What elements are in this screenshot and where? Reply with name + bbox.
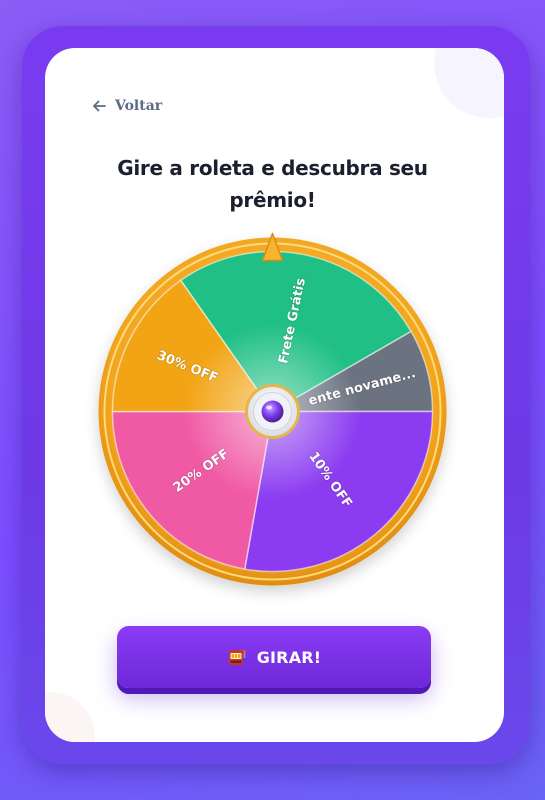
- gem-shine: [266, 405, 272, 410]
- back-label: Voltar: [115, 98, 163, 114]
- page-title: Gire a roleta e descubra seu prêmio!: [117, 156, 428, 212]
- purple-gem-icon: [261, 400, 284, 423]
- decorative-blob: [434, 48, 504, 118]
- arrow-left-icon: [93, 100, 106, 112]
- back-link[interactable]: Voltar: [91, 98, 162, 114]
- wheel-graphic: Frete Grátisente novame...10% OFF20% OFF…: [98, 232, 447, 586]
- spin-button[interactable]: GIRAR!: [117, 626, 431, 688]
- slot-machine-icon: [228, 649, 246, 665]
- prize-wheel[interactable]: Frete Grátis ente novame... 10% OFF 20% OFF…: [95, 232, 450, 589]
- decorative-blob: [45, 692, 95, 742]
- spin-label: GIRAR!: [256, 647, 322, 667]
